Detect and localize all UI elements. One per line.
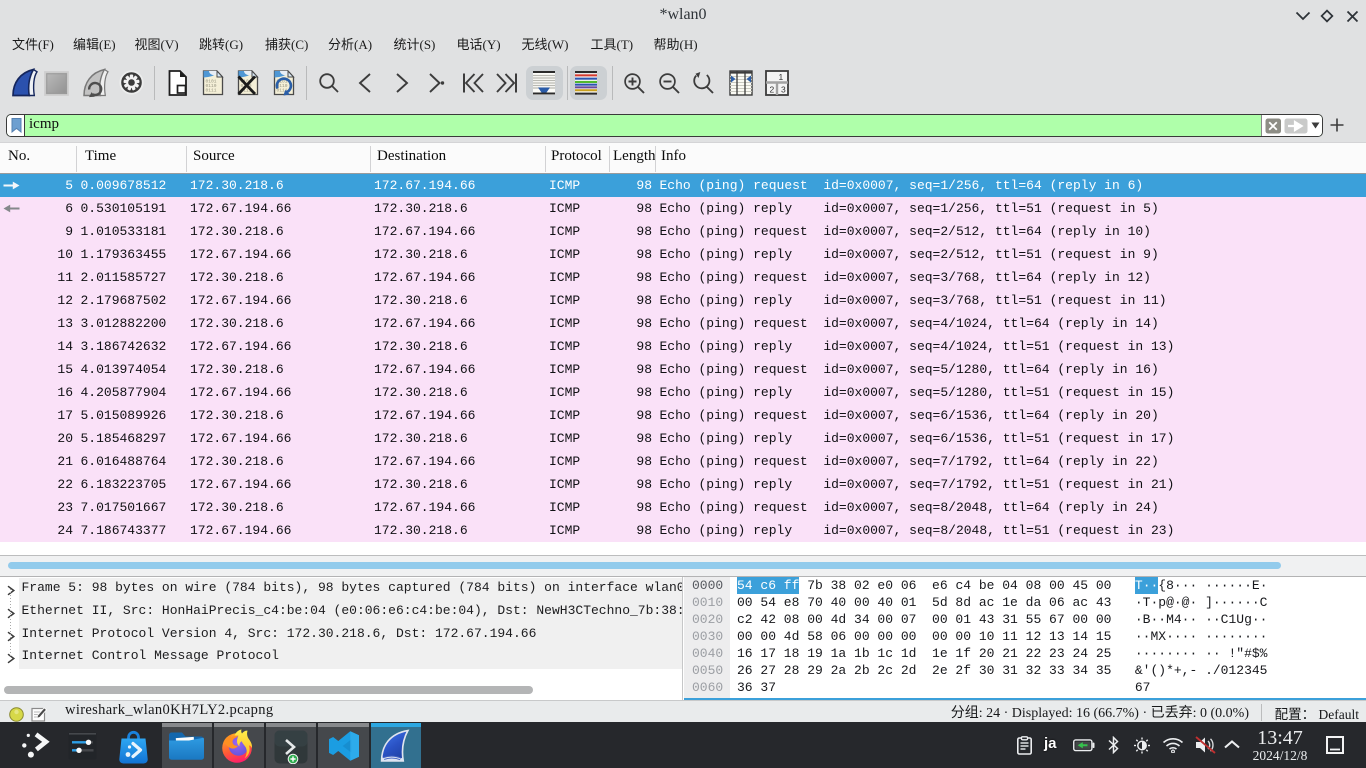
svg-text:1: 1 [779, 72, 784, 82]
svg-text:0111: 0111 [206, 88, 217, 94]
svg-text:2: 2 [770, 85, 775, 95]
svg-text:3: 3 [781, 85, 786, 95]
